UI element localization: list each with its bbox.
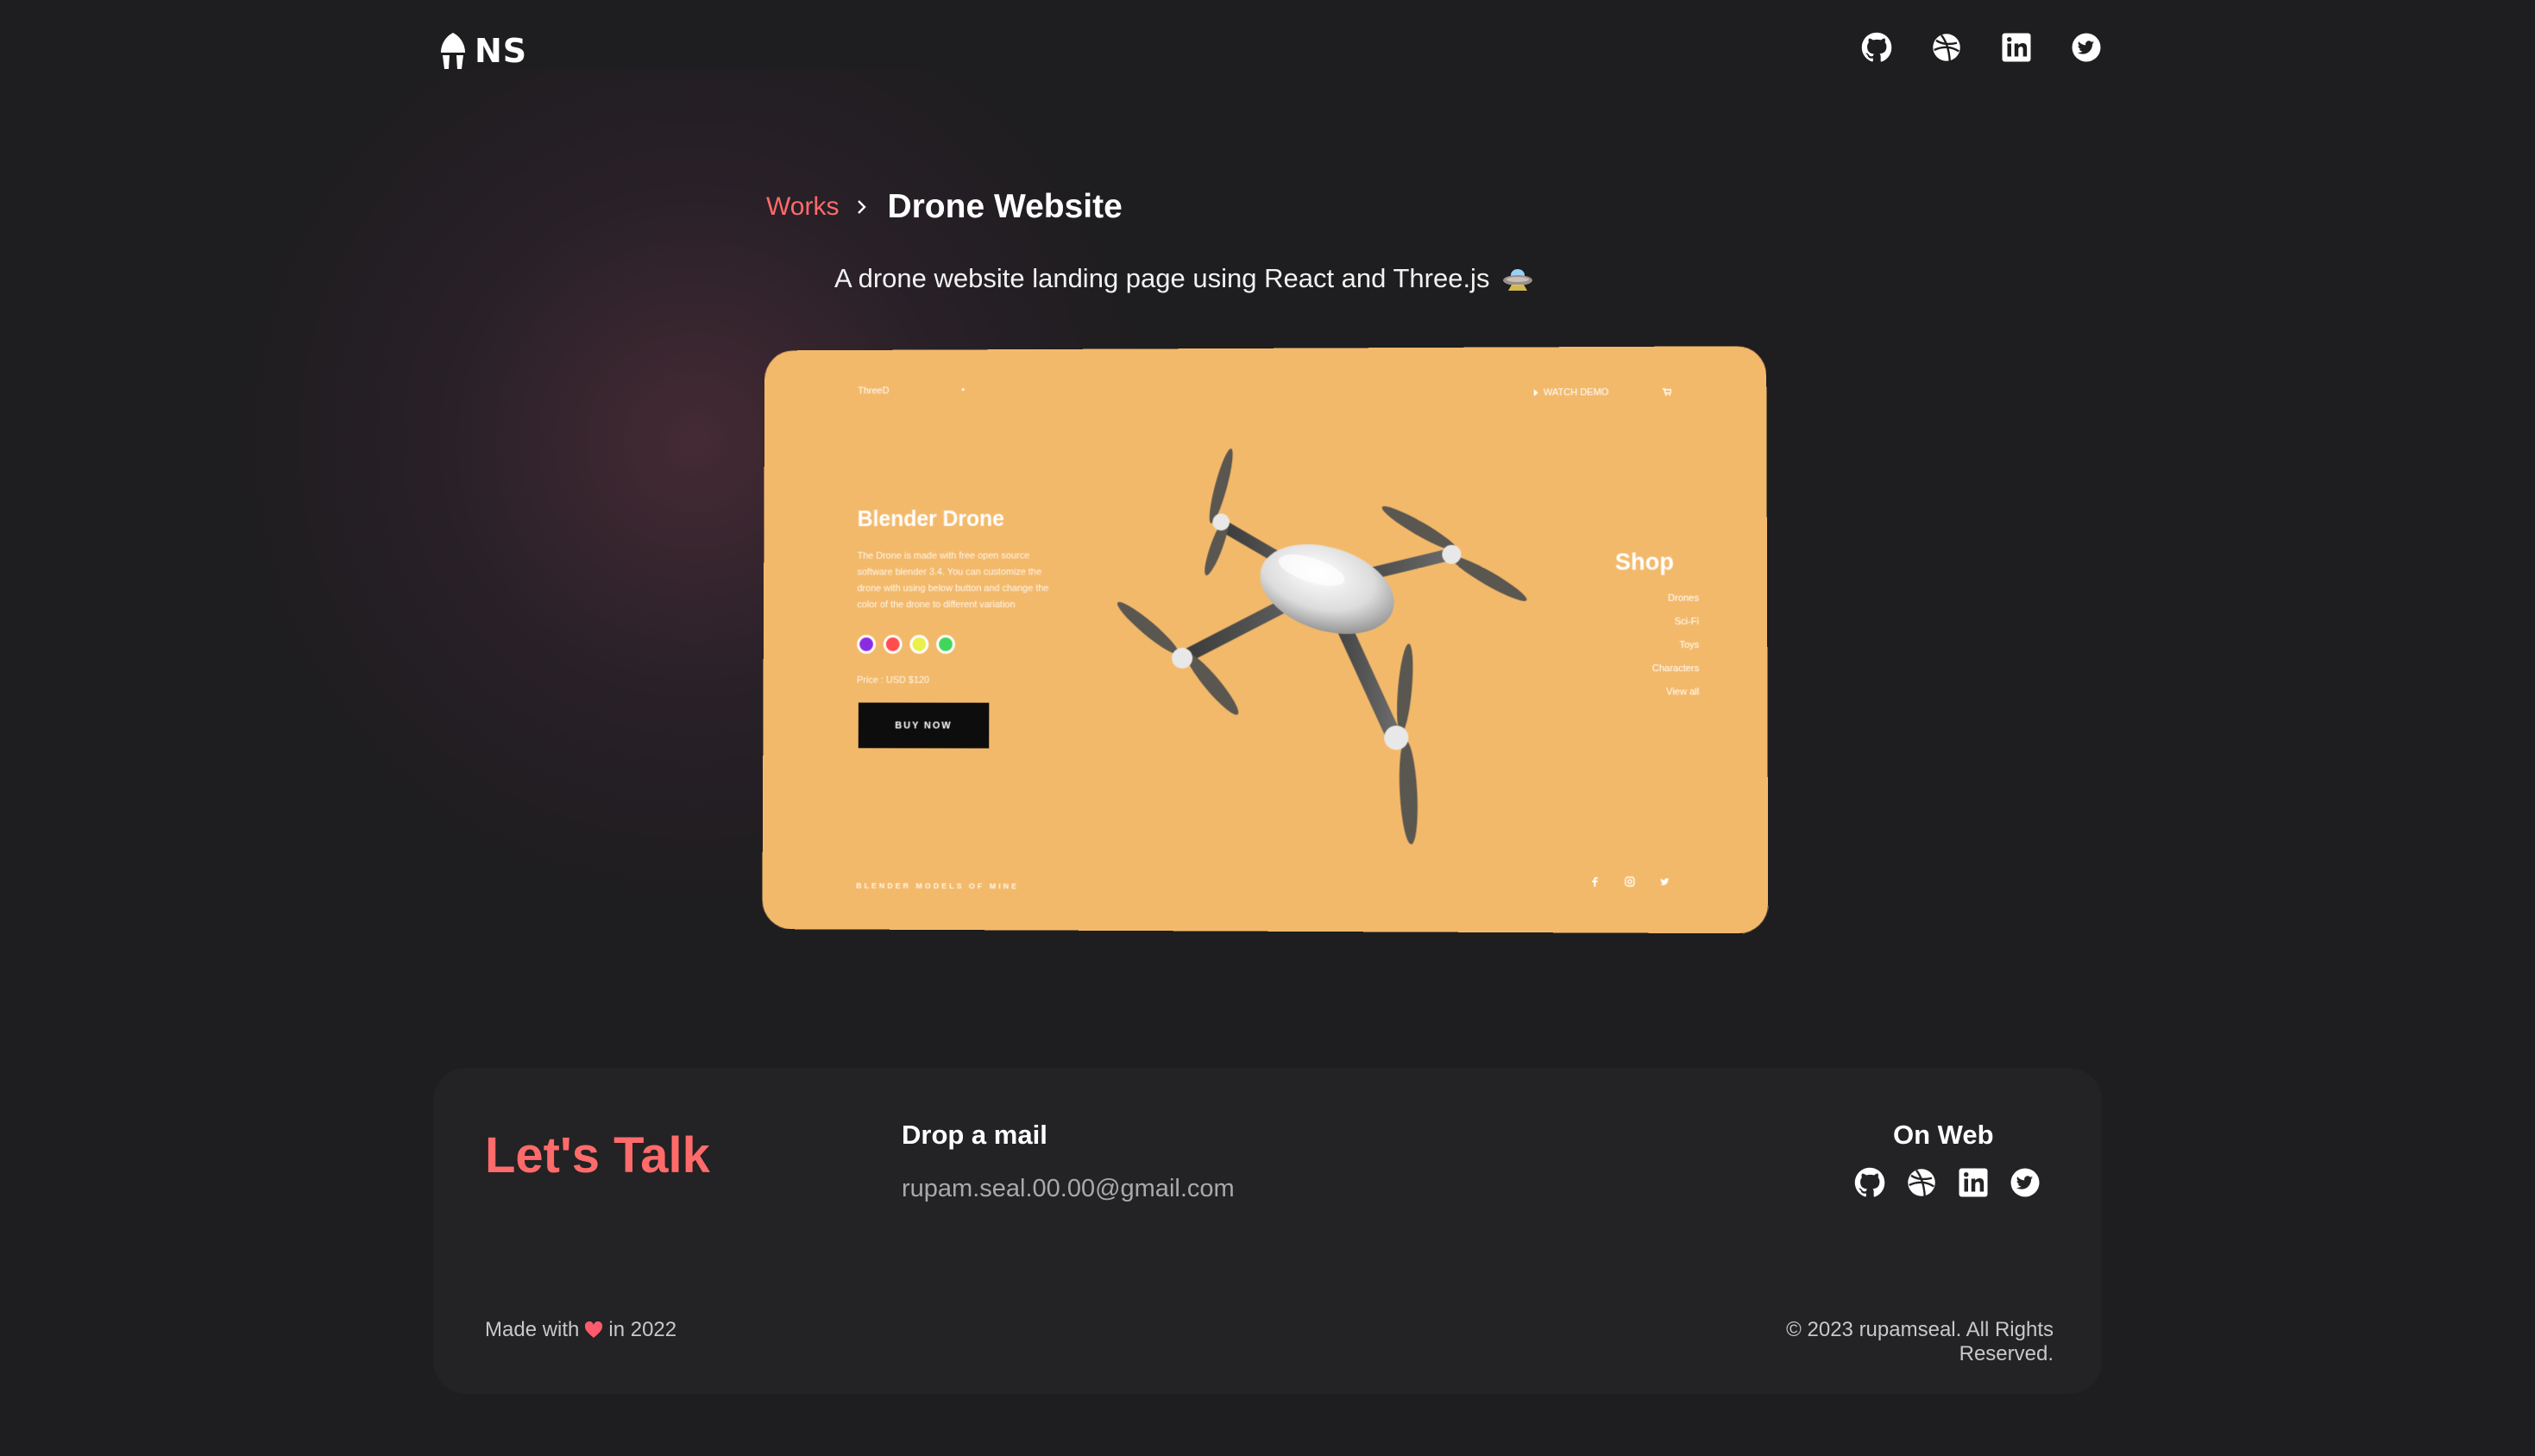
- preview-shop-title: Shop: [1614, 549, 1675, 575]
- page-title: Drone Website: [887, 188, 1123, 225]
- made-with-suffix: in 2022: [608, 1318, 677, 1341]
- chevron-right-icon: [858, 200, 867, 214]
- linkedin-icon[interactable]: [2000, 31, 2033, 64]
- preview-shop-item: Toys: [1679, 640, 1700, 651]
- preview-watch-demo: WATCH DEMO: [1533, 387, 1609, 399]
- preview-shop-item: View all: [1666, 687, 1700, 698]
- twitter-icon[interactable]: [2070, 31, 2103, 64]
- preview-menu-dot: [961, 387, 965, 391]
- twitter-icon[interactable]: [2009, 1166, 2041, 1199]
- color-swatch: [883, 635, 903, 654]
- footer-social-links: [1853, 1166, 2041, 1199]
- cart-icon: [1663, 388, 1671, 396]
- preview-description: The Drone is made with free open source …: [857, 550, 1049, 611]
- color-swatch: [909, 635, 929, 654]
- made-with-prefix: Made with: [485, 1318, 580, 1341]
- subtitle-text: A drone website landing page using React…: [834, 263, 1490, 293]
- preview-brand: ThreeD: [858, 386, 890, 397]
- preview-shop-item: Drones: [1668, 593, 1700, 604]
- github-icon[interactable]: [1860, 31, 1893, 64]
- preview-social-icons: [1589, 875, 1670, 886]
- play-icon: [1533, 389, 1538, 397]
- on-web-heading: On Web: [1893, 1120, 1994, 1150]
- preview-buy-now-button: BUY NOW: [858, 702, 990, 749]
- preview-shop-item: Characters: [1651, 663, 1700, 675]
- project-subtitle: A drone website landing page using React…: [834, 263, 1534, 294]
- preview-heading: Blender Drone: [857, 506, 1005, 531]
- lets-talk-heading: Let's Talk: [485, 1127, 710, 1183]
- rocket-icon: [441, 33, 465, 69]
- site-logo[interactable]: NS: [438, 29, 527, 72]
- breadcrumb: Works Drone Website: [766, 188, 1123, 226]
- github-icon[interactable]: [1853, 1166, 1886, 1199]
- logo-text: NS: [475, 32, 528, 70]
- preview-footer-text: BLENDER MODELS OF MINE: [856, 881, 1020, 891]
- nav-social-links: [1860, 31, 2103, 64]
- email-link[interactable]: rupam.seal.00.00@gmail.com: [902, 1175, 1235, 1203]
- facebook-icon: [1589, 875, 1600, 887]
- linkedin-icon[interactable]: [1957, 1166, 1990, 1199]
- project-preview-image: ThreeD WATCH DEMO Blender Drone The Dron…: [762, 346, 1769, 934]
- drop-mail-heading: Drop a mail: [902, 1120, 1047, 1150]
- preview-shop-item: Sci-Fi: [1674, 616, 1700, 627]
- twitter-icon: [1659, 875, 1670, 886]
- preview-price: Price : USD $120: [857, 675, 930, 686]
- heart-icon: [585, 1321, 603, 1338]
- breadcrumb-works-link[interactable]: Works: [766, 192, 839, 222]
- dribbble-icon[interactable]: [1905, 1166, 1938, 1199]
- color-swatch: [936, 635, 955, 654]
- contact-panel: Let's Talk Drop a mail rupam.seal.00.00@…: [433, 1068, 2102, 1394]
- dribbble-icon[interactable]: [1930, 31, 1963, 64]
- made-with-note: Made with in 2022: [485, 1318, 676, 1342]
- copyright-text: © 2023 rupamseal. All Rights Reserved.: [1786, 1318, 2054, 1365]
- top-nav: NS: [0, 0, 2535, 100]
- color-swatch: [857, 635, 876, 654]
- preview-shop-list: Drones Sci-Fi Toys Characters View all: [1607, 593, 1700, 711]
- instagram-icon: [1625, 875, 1635, 886]
- preview-watch-demo-label: WATCH DEMO: [1543, 387, 1609, 399]
- preview-color-swatches: [857, 635, 955, 654]
- ufo-icon: [1503, 269, 1533, 291]
- drone-model-image: [1113, 447, 1531, 845]
